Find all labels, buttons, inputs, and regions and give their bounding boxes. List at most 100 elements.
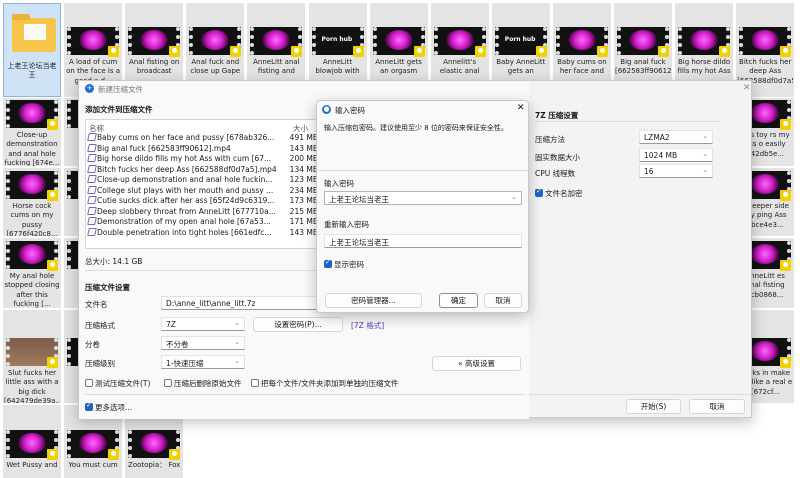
show-password-checkbox[interactable]: 显示密码 [324,258,364,270]
video-file-icon [87,154,97,162]
player-badge-icon [291,46,303,57]
file-name: Demonstration of my open anal hole [67a5… [97,217,271,226]
player-badge-icon [169,46,181,57]
file-name: Big anal fuck [662583ff90612].mp4 [97,143,231,153]
file-label: 上老王论坛当老王 [7,62,57,80]
start-button[interactable]: 开始(S) [626,399,681,414]
7z-settings-heading: 7Z 压缩设置 [535,111,579,120]
video-file-icon [87,217,97,225]
video-file-icon [87,175,97,183]
format-select[interactable]: 7Z ⌄ [161,317,245,331]
file-name: Double penetration into tight holes [661… [97,227,272,237]
video-thumbnail [128,27,181,57]
method-select[interactable]: LZMA2 ⌄ [639,130,713,144]
player-badge-icon [47,357,58,368]
video-thumbnail [6,171,58,201]
test-archive-checkbox[interactable]: 测试压缩文件(T) [85,378,150,389]
player-badge-icon [230,46,242,57]
video-thumbnail [6,430,58,460]
video-thumbnail [555,27,608,57]
split-select[interactable]: 不分卷 ⌄ [161,336,245,350]
file-row[interactable]: Bitch fucks her deep Ass [662588df0d7a5]… [87,164,320,175]
dialog-title: 新建压缩文件 [98,85,143,94]
player-badge-icon [596,46,608,57]
cancel-button[interactable]: 取消 [689,399,745,414]
file-name: Cutie sucks dick after her ass [65f24d9c… [97,196,275,205]
close-icon[interactable]: ✕ [743,83,751,93]
file-name: Bitch fucks her deep Ass [662588df0d7a5]… [97,164,277,174]
video-thumbnail [617,27,669,57]
password-manager-button[interactable]: 密码管理器... [325,293,422,308]
cancel-button[interactable]: 取消 [484,293,522,308]
file-size: 173 MB [289,196,318,207]
file-row[interactable]: Demonstration of my open anal hole [67a5… [87,217,320,228]
close-icon[interactable]: ✕ [517,103,525,113]
password-input[interactable]: 上老王论坛当老王 ⌄ [324,191,522,205]
filename-label: 文件名 [85,300,108,309]
advanced-settings-button[interactable]: « 高级设置 [432,356,521,371]
player-badge-icon [108,46,120,57]
total-size: 总大小: 14.1 GB [85,257,143,266]
video-thumbnail [6,241,58,271]
file-row[interactable]: Cutie sucks dick after her ass [65f24d9c… [87,196,320,207]
file-name: Deep slobbery throat from AnneLitt [6777… [97,206,276,216]
delete-after-checkbox[interactable]: 压缩后删除原始文件 [164,378,242,389]
file-label: Close-up demonstration and anal hole fuc… [4,131,60,166]
video-file-icon [87,143,97,152]
file-size: 143 MB [289,227,318,238]
player-badge-icon [47,119,58,130]
file-name: Baby cums on her face and pussy [678ab32… [97,133,275,142]
solid-label: 固实数据大小 [535,153,580,162]
solid-select[interactable]: 1024 MB ⌄ [639,148,713,162]
ok-button[interactable]: 确定 [439,293,478,308]
player-badge-icon [719,46,731,57]
video-thumbnail [433,27,486,57]
video-thumbnail [372,27,425,57]
video-thumbnail [494,27,547,57]
separate-archives-checkbox[interactable]: 把每个文件/文件夹添加到单独的压缩文件 [251,378,399,389]
video-file-item[interactable]: Wet Pussy and [3,405,61,478]
video-thumbnail [67,27,120,57]
folder-item[interactable]: 上老王论坛当老王 [3,3,61,97]
set-password-button[interactable]: 设置密码(P)... [253,317,343,332]
video-thumbnail [678,27,731,57]
video-thumbnail [250,27,303,57]
video-file-item[interactable]: Close-up demonstration and anal hole fuc… [3,98,61,166]
app-icon: ● [322,105,331,114]
player-badge-icon [474,46,486,57]
format-link[interactable]: [7Z 格式] [351,320,384,331]
file-row[interactable]: Baby cums on her face and pussy [678ab32… [87,133,320,144]
player-badge-icon [780,46,792,57]
player-badge-icon [352,46,364,57]
video-file-icon [87,164,97,173]
file-row[interactable]: Big anal fuck [662583ff90612].mp4 143 MB [87,143,320,154]
cpu-select[interactable]: 16 ⌄ [639,164,713,178]
player-badge-icon [47,260,58,271]
level-label: 压缩级别 [85,359,115,368]
more-options-checkbox[interactable]: 更多选项... [85,401,132,413]
file-row[interactable]: College slut plays with her mouth and pu… [87,185,320,196]
file-row[interactable]: Close-up demonstration and anal hole fuc… [87,175,320,186]
settings-heading: 压缩文件设置 [85,283,130,292]
file-row[interactable]: Big horse dildo fills my hot Ass with cu… [87,154,320,165]
split-label: 分卷 [85,340,100,349]
file-row[interactable]: Deep slobbery throat from AnneLitt [6777… [87,206,320,217]
video-thumbnail [128,430,181,460]
player-badge-icon [47,449,58,460]
video-thumbnail [6,338,58,368]
reenter-password-input[interactable]: 上老王论坛当老王 [324,234,522,248]
file-size: 491 MB [289,133,318,144]
video-file-item[interactable]: Slut fucks her little ass with a big dic… [3,310,61,403]
encrypt-names-checkbox[interactable]: 文件名加密 [535,187,583,199]
file-row[interactable]: Double penetration into tight holes [661… [87,227,320,238]
file-size: 143 MB [289,143,318,154]
chevron-down-icon: ⌄ [511,193,517,201]
format-label: 压缩格式 [85,321,115,330]
level-select[interactable]: 1-快速压缩 ⌄ [161,355,245,369]
video-file-item[interactable]: Horse cock cums on my pussy [6776f420c8.… [3,168,61,236]
method-label: 压缩方法 [535,135,565,144]
video-file-item[interactable]: My anal hole stopped closing after this … [3,238,61,308]
player-badge-icon [780,190,792,201]
file-size: 215 MB [289,206,318,217]
file-list[interactable]: 名称 大小 Baby cums on her face and pussy [6… [85,119,325,249]
